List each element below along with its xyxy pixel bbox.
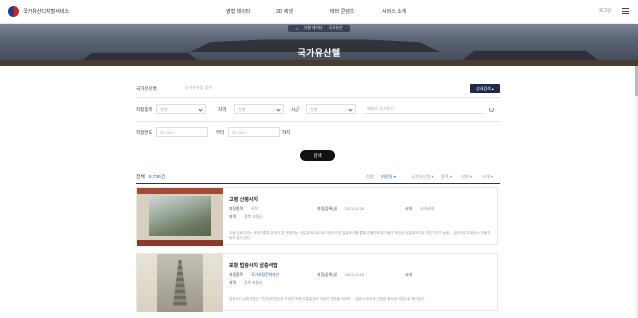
hero-ground: [0, 60, 638, 66]
result-card[interactable]: 고령 신령사지 지정종목 사적 지정(등록)일 2023.12.28 시대 고려시대 …: [136, 187, 498, 246]
field-key: 지역: [229, 281, 236, 285]
taegeuk-logo-icon: [8, 6, 19, 17]
nav-item-about[interactable]: 서비스 소개: [382, 8, 406, 15]
login-link[interactable]: 로그인: [599, 8, 611, 14]
card-field: 지정(등록)일 2023.12.15: [317, 273, 364, 278]
search-row-name: 국가유산명 국가유산명 검색 상세검색 ▴: [136, 78, 500, 98]
menu-icon[interactable]: [622, 8, 629, 14]
breadcrumb-item[interactable]: 유형 데이터: [304, 26, 323, 31]
detail-search-button[interactable]: 상세검색 ▴: [470, 84, 500, 93]
date-from-label: 부터: [216, 130, 225, 135]
city-label: 시군: [291, 107, 300, 112]
region-select[interactable]: 전체: [234, 104, 284, 114]
breadcrumb: ⌂ 유형 데이터 국가유산: [0, 25, 638, 32]
logo-text: 국가유산디지털서비스: [23, 9, 70, 15]
card-title[interactable]: 포항 법광사지 삼층석탑: [229, 262, 278, 269]
search-button[interactable]: 검색: [300, 150, 335, 161]
result-count-label: 전체: [136, 175, 145, 180]
address-input[interactable]: 예제로 국가유산: [364, 104, 484, 114]
field-key: 지정종목: [229, 207, 243, 211]
sort-name[interactable]: 국가유산명 ▾: [411, 174, 434, 180]
field-value: 경북 고령군: [244, 215, 263, 219]
card-field: 지정(등록)일 2023.12.28: [317, 207, 364, 212]
card-field: 지정종목 사적: [229, 207, 258, 212]
date-end-input[interactable]: 00. 00.0: [228, 127, 280, 137]
sort-category[interactable]: 종목 ▾: [441, 174, 452, 180]
sort-region[interactable]: 지역 ▾: [461, 174, 472, 180]
search-row-filters: 지정종목 전체 지역 전체 시군 전체 예제로 국가유산: [136, 98, 500, 122]
result-count-value: 6,736건: [148, 175, 166, 180]
site-logo[interactable]: 국가유산디지털서비스: [8, 6, 69, 17]
city-select[interactable]: 전체: [306, 104, 356, 114]
category-label: 지정종목: [136, 107, 153, 112]
field-key: 지정종목: [229, 273, 243, 277]
breadcrumb-item[interactable]: 국가유산: [328, 26, 342, 31]
field-value[interactable]: 국가지정문화유산: [251, 273, 279, 277]
date-label: 지정연도: [136, 130, 153, 135]
category-select[interactable]: 전체: [156, 104, 206, 114]
card-field: 시대 고려시대: [405, 207, 434, 212]
field-key: 지역: [229, 215, 236, 219]
field-value: 고려시대: [420, 207, 434, 211]
refresh-icon[interactable]: [489, 107, 494, 112]
sort-era[interactable]: 시대 ▾: [482, 174, 493, 180]
result-count: 전체 6,736건: [136, 173, 165, 180]
field-value: 2023.12.15: [345, 273, 365, 277]
field-value: 사적: [250, 207, 258, 211]
card-title[interactable]: 고령 신령사지: [229, 196, 258, 203]
top-header: 국가유산디지털서비스 영형 데이터 3D 에셋 테마 콘텐츠 서비스 소개 로그…: [0, 0, 638, 24]
field-value: 2023.12.28: [345, 207, 365, 211]
hero-banner: ⌂ 유형 데이터 국가유산 국가유산텔: [0, 24, 638, 66]
name-search-input[interactable]: 국가유산명 검색: [182, 83, 322, 93]
card-description: 법광사지 삼층석탑은 기단부와 탑신부 구성과 조형이 통일신라 석탑의 전형을…: [229, 297, 426, 301]
nav-item-data[interactable]: 영형 데이터: [226, 8, 250, 15]
card-field: 지역 경북 포항시: [229, 281, 263, 286]
nav-item-3d-asset[interactable]: 3D 에셋: [276, 8, 293, 15]
card-description: 고령 신령사지는 문헌기록과 유적이 잘 전해지는 사찰 유적으로 제12호와 …: [229, 231, 491, 240]
field-key: 시대: [405, 207, 412, 211]
result-card[interactable]: 포항 법광사지 삼층석탑 지정종목 국가지정문화유산 지정(등록)일 2023.12…: [136, 253, 498, 312]
search-row-date: 지정연도 00. 00.0 부터 00. 00.0 까지: [136, 122, 500, 144]
heritage-thumbnail[interactable]: [137, 254, 223, 312]
sort-date[interactable]: 지정일 ▾: [381, 174, 396, 180]
card-field: 지역 경북 고령군: [229, 215, 263, 220]
region-label: 지역: [218, 107, 227, 112]
date-to-label: 까지: [282, 130, 291, 135]
field-key: 지정(등록)일: [317, 207, 337, 211]
field-key: 시대: [405, 273, 412, 277]
date-start-input[interactable]: 00. 00.0: [156, 127, 208, 137]
field-key: 지정(등록)일: [317, 273, 337, 277]
heritage-thumbnail[interactable]: [137, 188, 223, 246]
nav-item-theme[interactable]: 테마 콘텐츠: [330, 8, 354, 15]
field-value: 경북 포항시: [244, 281, 263, 285]
home-icon[interactable]: ⌂: [296, 27, 298, 31]
card-field: 지정종목 국가지정문화유산: [229, 273, 279, 278]
page-title: 국가유산텔: [297, 48, 341, 58]
name-label: 국가유산명: [136, 86, 157, 91]
result-divider: [136, 183, 500, 184]
card-field: 시대: [405, 273, 420, 278]
page: 국가유산디지털서비스 영형 데이터 3D 에셋 테마 콘텐츠 서비스 소개 로그…: [0, 0, 638, 318]
sort-label: 정렬: [366, 174, 374, 179]
